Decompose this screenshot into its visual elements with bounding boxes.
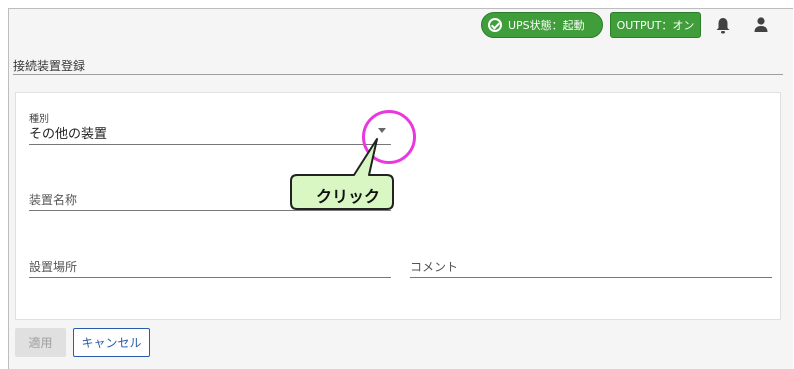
callout-bubble — [290, 138, 394, 210]
app-frame: UPS状態：起動 OUTPUT：オン 接続装置登録 種別 その他の装置 装置名称… — [8, 8, 793, 369]
callout-label: クリック — [315, 187, 380, 206]
